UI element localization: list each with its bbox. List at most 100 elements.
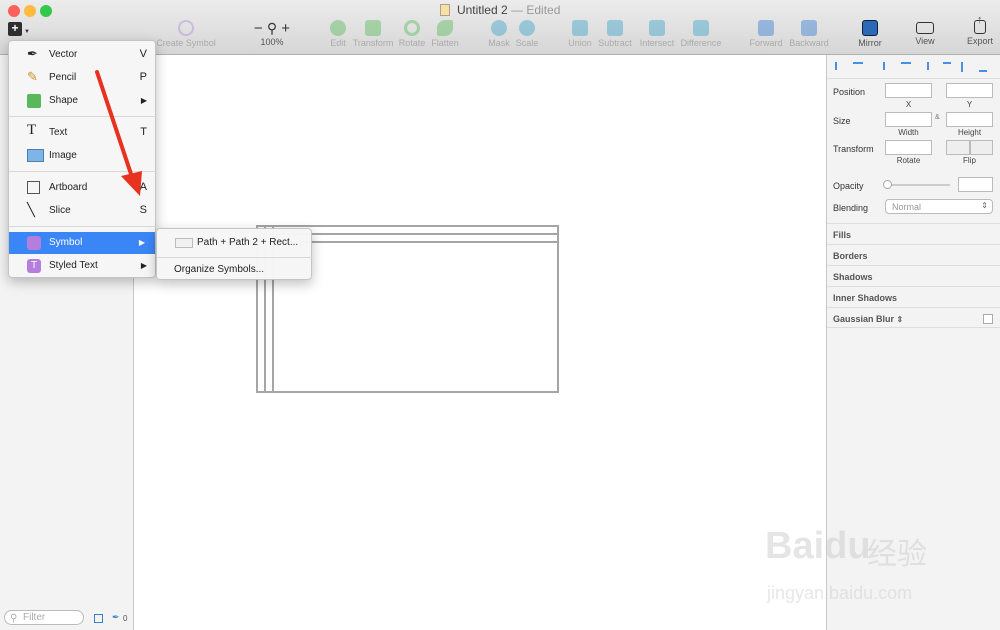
menu-item-label: Vector xyxy=(49,49,78,60)
flatten-label: Flatten xyxy=(431,38,459,48)
chevron-updown-icon[interactable]: ⇕ xyxy=(897,315,904,324)
x-label: X xyxy=(905,100,912,109)
menu-item-label: Artboard xyxy=(49,182,88,193)
scale-button[interactable]: Scale xyxy=(514,20,540,48)
zoom-in-button[interactable]: + xyxy=(281,20,290,37)
edit-label: Edit xyxy=(330,38,346,48)
export-label: Export xyxy=(966,36,993,46)
edit-button[interactable]: Edit xyxy=(325,20,351,48)
submenu-item-symbol[interactable]: Path + Path 2 + Rect... xyxy=(157,232,313,254)
transform-button[interactable]: Transform xyxy=(352,20,394,48)
menu-item-label: Slice xyxy=(49,205,71,216)
flatten-icon xyxy=(437,20,453,36)
canvas[interactable] xyxy=(134,55,826,630)
submenu-arrow-icon: ▶ xyxy=(140,96,147,105)
menu-separator xyxy=(9,171,157,172)
submenu-item-label: Organize Symbols... xyxy=(174,264,265,275)
position-label: Position xyxy=(833,87,866,97)
gaussian-blur-section[interactable]: Gaussian Blur ⇕ xyxy=(827,307,1000,328)
x-input[interactable] xyxy=(885,83,932,98)
search-icon: ⚲ xyxy=(10,613,18,624)
backward-label: Backward xyxy=(789,38,829,48)
flatten-button[interactable]: Flatten xyxy=(429,20,461,48)
gaussian-blur-checkbox[interactable] xyxy=(983,314,993,324)
zoom-control: − ⚲ + 100% xyxy=(248,20,296,47)
export-button[interactable]: ↑ Export xyxy=(964,14,996,46)
transform-label: Transform xyxy=(833,144,874,154)
transform-label: Transform xyxy=(352,38,394,48)
menu-item-image[interactable]: Image xyxy=(9,145,157,167)
difference-icon xyxy=(693,20,709,36)
shortcut-key: S xyxy=(139,204,147,216)
forward-button[interactable]: Forward xyxy=(748,20,784,48)
shadows-section[interactable]: Shadows xyxy=(827,265,1000,286)
edited-status: — Edited xyxy=(511,3,561,17)
align-right-icon[interactable] xyxy=(919,62,929,70)
zoom-out-button[interactable]: − xyxy=(254,20,263,37)
menu-item-artboard[interactable]: Artboard A xyxy=(9,177,157,199)
plus-icon: + xyxy=(8,22,22,36)
symbols-filter-icon[interactable] xyxy=(94,614,103,623)
align-top-icon[interactable] xyxy=(943,62,951,72)
distribute-horizontal-icon[interactable] xyxy=(853,62,863,70)
create-symbol-button[interactable]: Create Symbol xyxy=(155,20,217,48)
lock-ratio-icon[interactable]: & xyxy=(935,114,940,121)
rotate-input[interactable] xyxy=(885,140,932,155)
mask-icon xyxy=(491,20,507,36)
align-left-edge-icon[interactable] xyxy=(883,62,893,70)
menu-item-text[interactable]: T Text T xyxy=(9,122,157,144)
mask-button[interactable]: Mask xyxy=(487,20,511,48)
subtract-button[interactable]: Subtract xyxy=(596,20,634,48)
opacity-slider-thumb[interactable] xyxy=(883,180,892,189)
inspector-panel: Position X Y Size & Width Height Transfo… xyxy=(826,55,1000,630)
submenu-item-organize-symbols[interactable]: Organize Symbols... xyxy=(157,259,313,281)
align-center-icon[interactable] xyxy=(901,62,911,70)
menu-item-styled-text[interactable]: T Styled Text ▶ xyxy=(9,255,157,277)
slice-filter-icon[interactable]: ✒ xyxy=(112,612,120,623)
y-input[interactable] xyxy=(946,83,993,98)
symbol-drawing[interactable] xyxy=(134,55,826,630)
view-button[interactable]: View xyxy=(910,20,940,46)
fills-section[interactable]: Fills xyxy=(827,223,1000,244)
align-left-icon[interactable] xyxy=(835,62,845,70)
menu-item-label: Pencil xyxy=(49,72,77,83)
backward-button[interactable]: Backward xyxy=(787,20,831,48)
menu-item-shape[interactable]: Shape ▶ xyxy=(9,90,157,112)
union-icon xyxy=(572,20,588,36)
menu-item-vector[interactable]: ✒ Vector V xyxy=(9,44,157,66)
align-bottom-icon[interactable] xyxy=(979,62,987,72)
pencil-icon: ✎ xyxy=(27,69,38,84)
artboard-icon xyxy=(27,181,40,194)
align-middle-icon[interactable] xyxy=(961,62,969,72)
union-button[interactable]: Union xyxy=(566,20,594,48)
filter-input[interactable]: ⚲ Filter xyxy=(4,610,84,625)
document-name: Untitled 2 xyxy=(456,3,508,17)
menu-item-symbol[interactable]: Symbol ▶ xyxy=(9,232,155,254)
shape-icon xyxy=(27,94,41,108)
zoom-level: 100% xyxy=(260,37,284,47)
difference-button[interactable]: Difference xyxy=(679,20,723,48)
menu-separator xyxy=(9,116,157,117)
rotate-button[interactable]: Rotate xyxy=(397,20,427,48)
inner-shadows-section[interactable]: Inner Shadows xyxy=(827,286,1000,307)
intersect-button[interactable]: Intersect xyxy=(637,20,677,48)
menu-item-pencil[interactable]: ✎ Pencil P xyxy=(9,67,157,89)
fills-label: Fills xyxy=(833,230,852,240)
blending-select[interactable]: Normal ⇕ xyxy=(885,199,993,214)
width-input[interactable] xyxy=(885,112,932,127)
height-label: Height xyxy=(957,128,982,137)
menu-item-slice[interactable]: ╲ Slice S xyxy=(9,200,157,222)
opacity-input[interactable] xyxy=(958,177,993,192)
flip-horizontal-button[interactable] xyxy=(946,140,970,155)
rotate-label: Rotate xyxy=(896,156,921,165)
height-input[interactable] xyxy=(946,112,993,127)
borders-section[interactable]: Borders xyxy=(827,244,1000,265)
filter-placeholder: Filter xyxy=(23,612,46,623)
transform-icon xyxy=(365,20,381,36)
create-symbol-label: Create Symbol xyxy=(156,38,216,48)
knife-icon: ╲ xyxy=(27,202,35,217)
mirror-button[interactable]: Mirror xyxy=(855,20,885,48)
opacity-slider[interactable] xyxy=(883,180,950,189)
flip-vertical-button[interactable] xyxy=(970,140,993,155)
insert-button[interactable]: + ▼ xyxy=(8,22,30,38)
